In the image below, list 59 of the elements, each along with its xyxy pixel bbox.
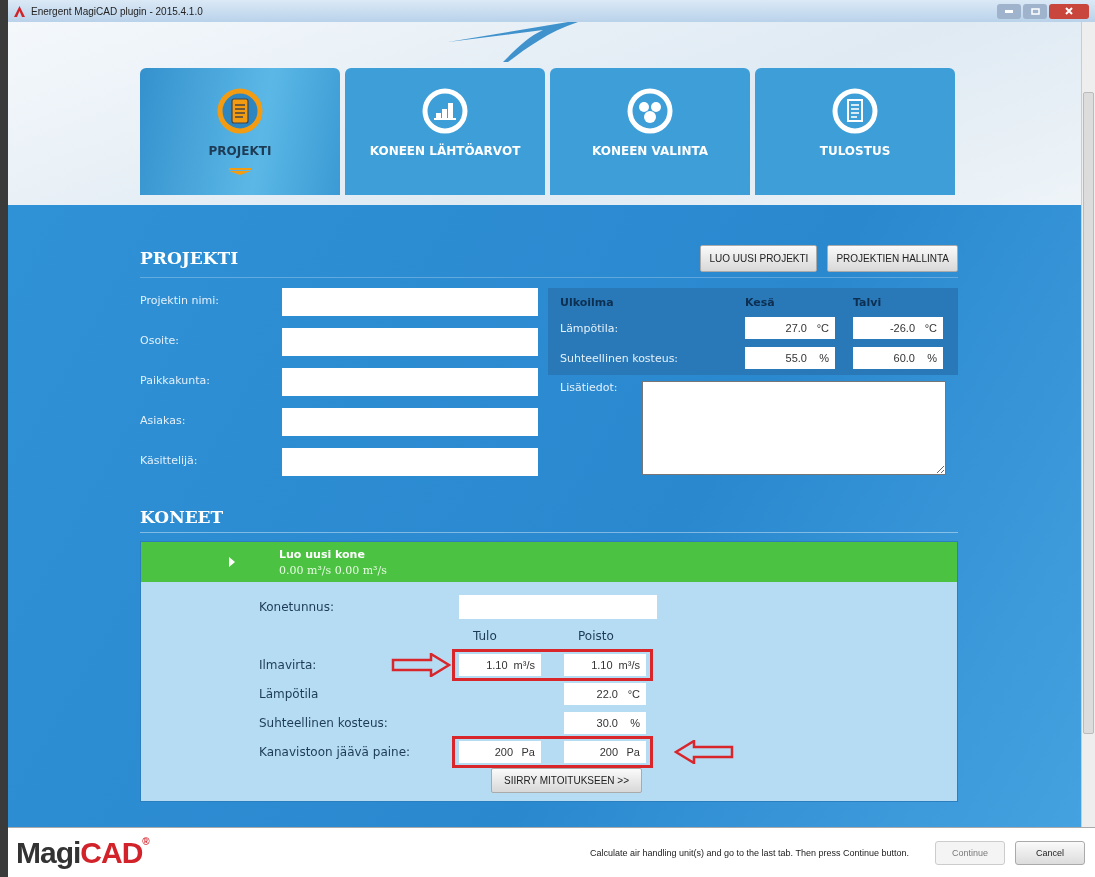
close-icon <box>1065 7 1073 15</box>
action-button[interactable]: PROJEKTIEN HALLINTA <box>827 244 958 272</box>
proceed-button[interactable]: SIIRRY MITOITUKSEEN >> <box>491 768 643 793</box>
input-field[interactable] <box>282 368 538 396</box>
magicad-logo: MagiCAD$^{®}$ <box>16 835 149 870</box>
input-field[interactable] <box>282 328 538 356</box>
column-header: Poisto <box>577 628 615 643</box>
expand-arrow-icon <box>229 557 235 567</box>
scrollbar[interactable] <box>1081 22 1095 827</box>
nav-tab[interactable]: PROJEKTI <box>140 68 340 195</box>
status-message: Calculate air handling unit(s) and go to the last tab. Then press Continue button. <box>589 847 909 858</box>
minimize-button[interactable] <box>997 3 1021 19</box>
column-header: Ulkoilma <box>560 296 615 309</box>
column-header: Talvi <box>853 296 883 309</box>
field-label: Paikkakunta: <box>140 373 211 387</box>
input-field[interactable] <box>282 288 538 316</box>
value-field[interactable]: 22.0 °C <box>564 682 646 705</box>
value-field[interactable]: 27.0 °C <box>745 317 835 339</box>
input-field[interactable] <box>282 448 538 476</box>
window-title: Energent MagiCAD plugin - 2015.4.1.0 <box>31 5 203 17</box>
maximize-icon <box>1030 7 1040 15</box>
field-label: Suhteellinen kosteus: <box>259 715 388 730</box>
field-label: Käsittelijä: <box>140 453 199 467</box>
dialog-button[interactable]: Cancel <box>1015 840 1085 865</box>
section-heading: PROJEKTI <box>140 248 239 268</box>
field-label: Lämpötila <box>259 686 319 701</box>
value-field[interactable]: 1.10 m³/s <box>459 653 541 676</box>
value-field[interactable]: 200 Pa <box>564 740 646 763</box>
field-label: Lämpötila: <box>560 321 620 335</box>
notes-field[interactable] <box>642 381 946 475</box>
field-label: Konetunnus: <box>259 599 336 614</box>
action-button[interactable]: LUO UUSI PROJEKTI <box>700 244 818 272</box>
column-header: Kesä <box>745 296 776 309</box>
field-label: Kanavistoon jäävä paine: <box>259 744 411 759</box>
section-heading: KONEET <box>140 507 224 527</box>
input-field[interactable] <box>459 594 657 619</box>
field-label: Osoite: <box>140 333 180 347</box>
column-header: Tulo <box>472 628 498 643</box>
hexagons-icon <box>627 88 673 134</box>
minimize-icon <box>1005 9 1013 13</box>
field-label: Asiakas: <box>140 413 187 427</box>
field-label: Projektin nimi: <box>140 293 220 307</box>
field-label: Suhteellinen kosteus: <box>560 351 680 365</box>
document-icon <box>832 88 878 134</box>
value-field[interactable]: 60.0 % <box>853 347 943 369</box>
value-field[interactable]: -26.0 °C <box>853 317 943 339</box>
app-logo-icon <box>14 5 25 17</box>
maximize-button[interactable] <box>1023 3 1047 19</box>
value-field[interactable]: 200 Pa <box>459 740 541 763</box>
clipboard-icon <box>217 88 263 134</box>
field-label: Ilmavirta: <box>259 657 317 672</box>
bar-chart-icon <box>422 88 468 134</box>
input-field[interactable] <box>282 408 538 436</box>
value-field[interactable]: 55.0 % <box>745 347 835 369</box>
field-label: Lisätiedot: <box>560 381 618 396</box>
value-field[interactable]: 1.10 m³/s <box>564 653 646 676</box>
value-field[interactable]: 30.0 % <box>564 711 646 734</box>
close-button[interactable] <box>1049 3 1089 19</box>
caret-icon <box>229 168 251 175</box>
